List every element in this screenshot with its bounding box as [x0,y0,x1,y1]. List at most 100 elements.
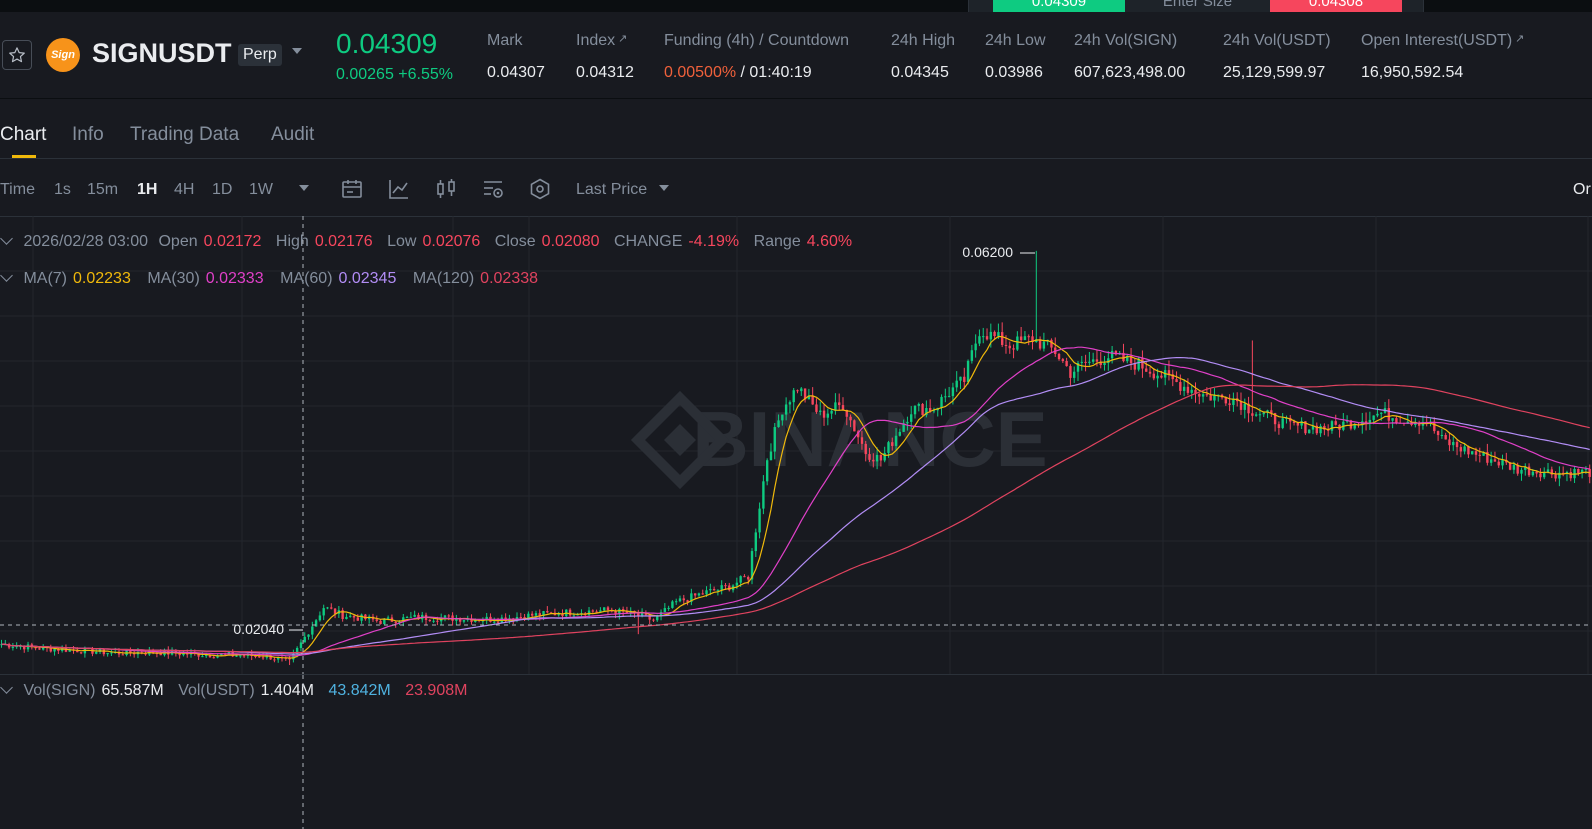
ohlc-open-label: Open [158,233,198,250]
ohlc-high-label: High [275,233,309,250]
stat-index[interactable]: Index ↗ 0.04312 [576,32,634,82]
chevron-down-icon[interactable] [659,185,669,191]
chevron-down-icon[interactable] [299,185,309,191]
candle [79,652,83,655]
candle-body [1467,446,1470,455]
hexagon-settings-icon[interactable] [528,177,552,201]
toolbar-right-option[interactable]: Or [1573,181,1591,199]
candle-body [1095,359,1099,362]
candle [1065,357,1068,367]
candle [1558,466,1561,487]
candle-body [1069,366,1072,378]
candle-body [781,414,784,421]
candle [356,614,360,621]
candle [322,604,325,621]
candle [314,618,318,627]
interval-1d[interactable]: 1D [212,181,232,199]
candle [367,614,371,624]
candlestick-icon[interactable] [434,177,458,201]
volume-pane[interactable]: Vol(SIGN) 65.587M Vol(USDT) 1.404M 43.842M… [0,674,1592,829]
interval-15m[interactable]: 15m [87,181,118,199]
tab-chart[interactable]: Chart [0,124,46,146]
chevron-down-icon[interactable] [0,269,13,282]
candle-body [1308,429,1311,434]
interval-1h[interactable]: 1H [137,181,157,199]
candle [1520,467,1523,481]
candle [1247,396,1250,423]
line-chart-icon[interactable] [387,177,411,201]
candle [102,648,106,657]
stat-value: 607,623,498.00 [1074,64,1186,81]
candle-body [1334,421,1337,425]
candle [1254,412,1258,417]
candle-body [1501,460,1504,466]
candle [712,586,716,591]
symbol-name[interactable]: SIGNUSDT [92,38,232,69]
ohlc-change-label: CHANGE [613,233,683,250]
candle-body [322,608,325,616]
candle [1057,352,1061,361]
candle-body [432,620,435,622]
candle-body [868,454,871,460]
chevron-down-icon[interactable] [0,232,13,245]
candle-body [1520,469,1523,474]
candle [678,595,682,603]
interval-1s[interactable]: 1s [54,181,71,199]
price-type-select[interactable]: Last Price [576,181,647,199]
candle-body [940,396,943,408]
candle-body [546,611,549,613]
candle-body [966,360,970,383]
candle [1300,417,1303,429]
candle-body [921,403,924,416]
interval-time[interactable]: Time [0,181,35,199]
interval-1w[interactable]: 1W [249,181,273,199]
stat-label: Open Interest(USDT) [1361,32,1513,49]
tab-trading-data[interactable]: Trading Data [130,124,239,146]
favorite-button[interactable] [2,40,32,70]
candle-body [1004,344,1008,346]
indicator-settings-icon[interactable] [481,177,505,201]
candle-body [201,656,204,658]
candle-body [1433,421,1436,432]
candle [1232,392,1235,412]
interval-4h[interactable]: 4H [174,181,194,199]
candle-body [758,508,761,533]
stat-value: 16,950,592.54 [1361,64,1464,81]
candle [333,608,337,619]
candle [720,580,723,595]
candle-body [1224,397,1228,404]
candle [663,603,667,613]
candle [1251,340,1254,422]
tab-info[interactable]: Info [72,124,104,146]
tab-audit[interactable]: Audit [271,124,314,146]
chevron-down-icon[interactable] [292,48,302,54]
candle-body [1452,441,1455,446]
candle [1031,329,1034,350]
candle-body [1296,422,1300,426]
candle-body [963,376,966,383]
candle [1126,354,1129,364]
candle [95,649,98,655]
candle-body [1000,332,1004,345]
candle-body [1012,348,1015,350]
candle-body [394,621,397,624]
ma30-line [1,346,1590,657]
price-chart[interactable]: BINANCE 0.06200 0.02040 2026/02/28 03:00… [0,216,1592,674]
candle-body [1330,421,1334,431]
candle [1042,332,1046,352]
candle-body [330,607,333,609]
candle-body [796,390,799,392]
calendar-icon[interactable] [340,177,364,201]
chart-toolbar: Time 1s 15m 1H 4H 1D 1W Last Price Or [0,159,1592,217]
candle [1433,417,1436,434]
candle-body [1027,336,1030,338]
candle-body [637,613,640,616]
candle-body [254,655,257,657]
stat-open-interest[interactable]: Open Interest(USDT) ↗ 16,950,592.54 [1361,32,1524,82]
candle [330,603,333,610]
ma120-label: MA(120) [412,270,475,287]
candle [1243,398,1246,419]
stat-label: 24h Vol(USDT) [1223,32,1331,49]
candle-body [978,336,981,344]
candle-body [1531,471,1535,476]
